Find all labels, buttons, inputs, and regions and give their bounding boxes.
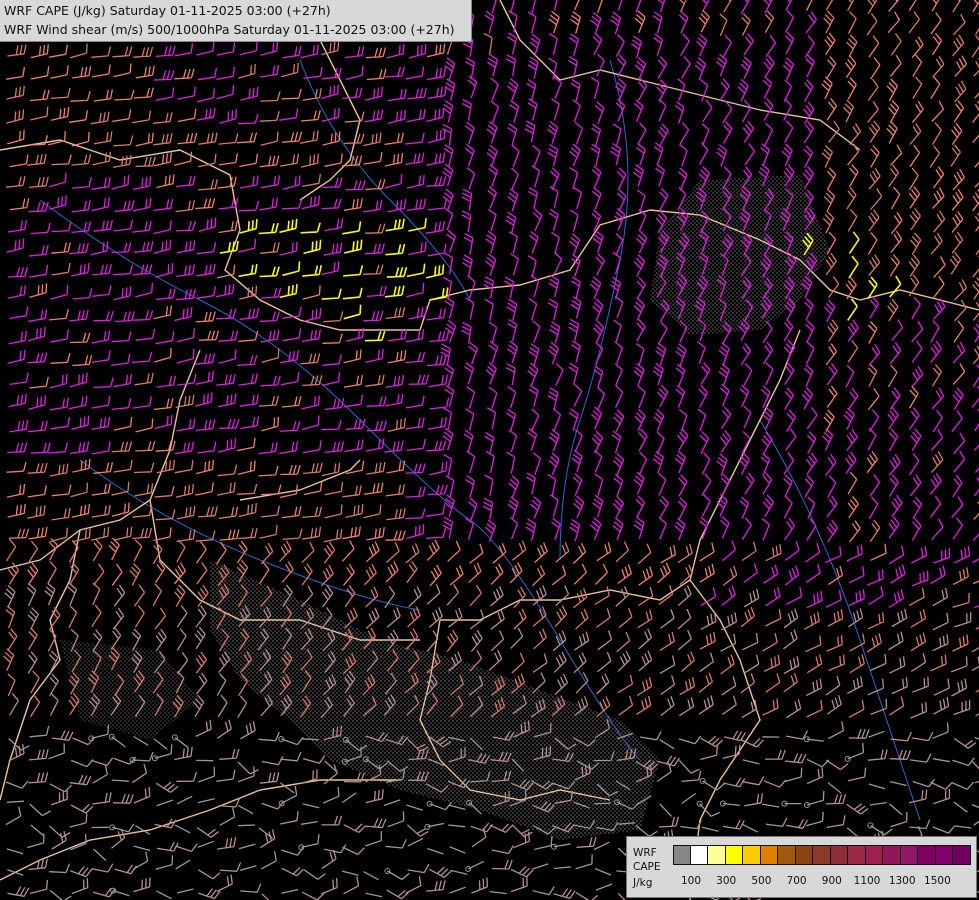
wind-barb [594,802,612,805]
legend-tick-label: 1500 [924,875,951,887]
cape-title: WRF CAPE (J/kg) Saturday 01-11-2025 03:0… [4,3,331,18]
legend-tick-label: 1100 [853,875,881,887]
legend-swatch [743,845,761,865]
legend-tick-label: 300 [716,875,737,887]
wind-barb [238,824,256,827]
legend-swatch [725,845,743,865]
legend-swatch [795,845,813,865]
wind-barb [301,738,319,741]
legend-swatch [953,845,971,865]
legend-swatch [935,845,953,865]
legend-swatch [760,845,778,865]
legend-tick-label: 100 [680,875,702,887]
cape-legend: WRF CAPE J/kg 100 300 500 700 900 1100 1300 150… [626,836,977,898]
legend-swatch [690,845,708,865]
legend-swatch [673,845,691,865]
wind-shear-cape-map [0,0,979,900]
legend-label-line3: J/kg [633,877,653,889]
legend-label-line1: WRF [633,847,657,859]
legend-tick-label: 900 [821,875,842,887]
legend-tick-label: 700 [786,875,807,887]
legend-swatch [848,845,866,865]
legend-swatch [778,845,796,865]
map-title-box: WRF CAPE (J/kg) Saturday 01-11-2025 03:0… [0,0,472,42]
legend-color-scale [673,845,971,865]
legend-swatch [708,845,726,865]
legend-swatch [865,845,883,865]
legend-tick-labels: 100 300 500 700 900 1100 1300 1500 [673,875,973,889]
legend-swatch [900,845,918,865]
legend-swatch [813,845,831,865]
legend-swatch [918,845,936,865]
legend-tick-label: 1300 [888,875,916,887]
legend-tick-label: 500 [751,875,772,887]
legend-swatch [830,845,848,865]
legend-label-line2: CAPE [633,861,661,873]
wind-shear-title: WRF Wind shear (m/s) 500/1000hPa Saturda… [4,22,455,37]
legend-swatch [883,845,901,865]
